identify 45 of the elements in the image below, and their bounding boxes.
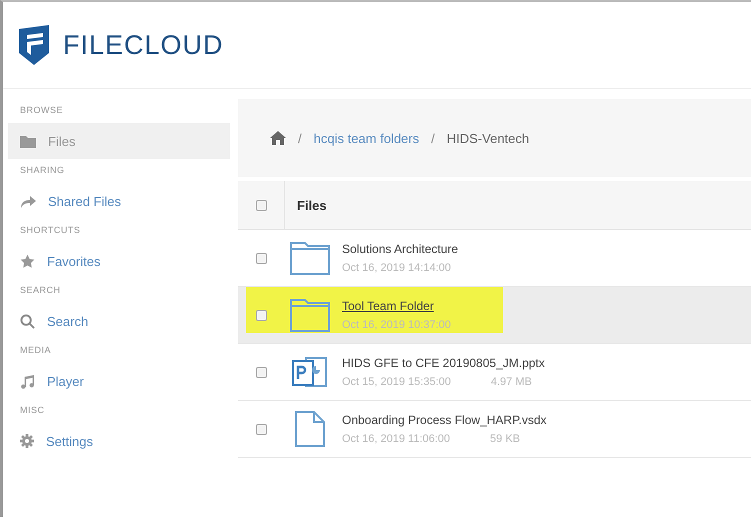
section-heading: SEARCH [19, 284, 62, 297]
checkbox[interactable] [256, 366, 266, 378]
logo-icon [17, 25, 51, 65]
search-icon [20, 314, 35, 328]
sidebar-item[interactable]: Player [8, 363, 230, 399]
file-name[interactable]: Solutions Architecture [342, 242, 458, 256]
file-date: Oct 16, 2019 11:06:00 [342, 433, 450, 445]
sidebar-item[interactable]: Settings [8, 423, 230, 459]
file-size: 4.97 MB [490, 376, 532, 388]
folder-icon [20, 134, 36, 148]
section-heading: BROWSE [19, 104, 64, 117]
breadcrumb-separator: / [298, 130, 302, 146]
file-name[interactable]: Tool Team Folder [342, 299, 451, 313]
file-name[interactable]: Onboarding Process Flow_HARP.vsdx [342, 413, 547, 427]
column-heading: Files [297, 198, 327, 212]
checkbox[interactable] [256, 200, 266, 210]
file-date: Oct 16, 2019 10:37:00 [342, 319, 451, 331]
document-icon [294, 411, 326, 447]
section-heading: SHORTCUTS [19, 224, 82, 237]
sidebar-item[interactable]: Shared Files [8, 183, 230, 219]
breadcrumb-separator: / [431, 130, 435, 146]
sidebar-item[interactable]: Favorites [8, 243, 230, 279]
music-note-icon [20, 374, 35, 388]
folder-icon [290, 298, 330, 332]
file-row[interactable]: Tool Team Folder Oct 16, 2019 10:37:00 [238, 287, 751, 344]
breadcrumb-current: HIDS-Ventech [446, 130, 530, 146]
gear-icon [20, 434, 34, 448]
file-date: Oct 16, 2019 14:14:00 [342, 262, 451, 274]
sidebar-item[interactable]: Search [8, 303, 230, 339]
folder-icon [290, 241, 330, 275]
file-name[interactable]: HIDS GFE to CFE 20190805_JM.pptx [342, 356, 545, 370]
logo-text: FILECLOUD [63, 30, 224, 60]
section-heading: MEDIA [19, 344, 52, 357]
checkbox[interactable] [256, 252, 266, 264]
checkbox[interactable] [256, 424, 266, 434]
home-icon[interactable] [270, 131, 286, 145]
presentation-file-icon [292, 355, 328, 389]
section-heading: MISC [19, 404, 46, 417]
star-icon [20, 254, 35, 268]
file-size: 59 KB [490, 433, 520, 445]
file-row[interactable]: Onboarding Process Flow_HARP.vsdx Oct 16, 2019 11:06:00 59 KB [238, 401, 751, 458]
share-arrow-icon [20, 194, 36, 208]
file-row[interactable]: HIDS GFE to CFE 20190805_JM.pptx Oct 15, 2019 15:35:00 4.97 MB [238, 344, 751, 401]
section-heading: SHARING [19, 164, 66, 177]
file-date: Oct 15, 2019 15:35:00 [342, 376, 451, 388]
